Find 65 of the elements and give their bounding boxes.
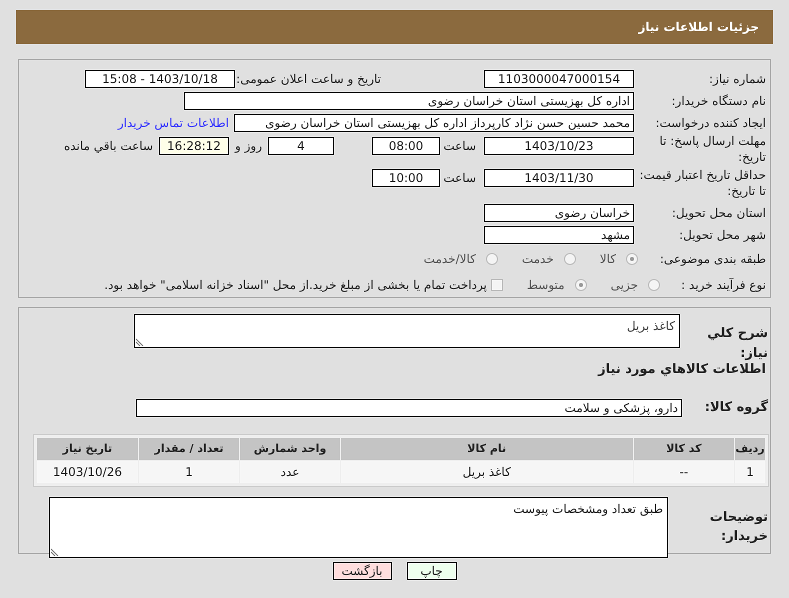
- notes-field[interactable]: طبق تعداد ومشخصات پیوست: [49, 496, 668, 558]
- deadline-time-field: 08:00: [372, 137, 440, 155]
- table-cell: کاغذ بریل: [340, 461, 633, 483]
- checkbox-label: پرداخت تمام یا بخشی از مبلغ خرید.از محل "اسناد خزانه اسلامی" خواهد بود.: [104, 277, 487, 294]
- field-label: حداقل تاریخ اعتبار قیمت: تا تاریخ:: [638, 167, 766, 199]
- city-field: مشهد: [484, 226, 634, 244]
- field-label: توضیحات خریدار:: [708, 508, 768, 546]
- summary-field[interactable]: کاغذ بریل: [134, 314, 680, 348]
- province-field: خراسان رضوی: [484, 204, 634, 222]
- creator-field: محمد حسین حسن نژاد کارپرداز اداره کل بهزیستی استان خراسان رضوی: [234, 114, 634, 132]
- table-cell: 1403/10/26: [37, 461, 138, 483]
- table-cell: 1: [138, 461, 240, 483]
- contact-link[interactable]: اطلاعات تماس خریدار: [118, 114, 229, 132]
- field-label: شماره نیاز:: [708, 71, 766, 88]
- resize-grip-icon[interactable]: [51, 548, 59, 556]
- column-header: تعداد / مقدار: [138, 438, 240, 460]
- field-label: ایجاد کننده درخواست:: [654, 115, 766, 132]
- buyer-name-field: اداره کل بهزیستی استان خراسان رضوی: [184, 92, 634, 110]
- announce-date-field: 1403/10/18 - 15:08: [85, 70, 235, 88]
- column-header: ردیف: [735, 438, 765, 460]
- field-label: ساعت: [442, 170, 476, 187]
- table-cell: عدد: [240, 461, 340, 483]
- field-text: طبق تعداد ومشخصات پیوست: [513, 502, 663, 516]
- field-label: تاریخ و ساعت اعلان عمومی:: [235, 71, 381, 88]
- table-cell: 1: [735, 461, 765, 483]
- field-label: نام دستگاه خریدار:: [670, 93, 766, 110]
- radio-label: کالا: [600, 251, 616, 268]
- table-cell: --: [634, 461, 734, 483]
- validity-time-field: 10:00: [372, 169, 440, 187]
- radio-button[interactable]: [574, 279, 587, 291]
- field-label: روز و: [235, 138, 262, 155]
- deadline-date-field: 1403/10/23: [484, 137, 634, 155]
- field-label: ساعت باقي مانده: [64, 138, 153, 155]
- column-header: کد کالا: [634, 438, 734, 460]
- remaining-time-field: 16:28:12: [159, 137, 229, 155]
- back-button[interactable]: بازگشت: [332, 562, 392, 580]
- days-field: 4: [268, 137, 334, 155]
- field-label: مهلت ارسال پاسخ: تا تاریخ:: [658, 133, 766, 165]
- radio-label: متوسط: [526, 277, 565, 294]
- radio-label: کالا/خدمت: [424, 251, 476, 268]
- section-title: اطلاعات کالاهاي مورد نیاز: [598, 361, 767, 380]
- validity-date-field: 1403/11/30: [484, 169, 634, 187]
- page-title: جزئیات اطلاعات نیاز: [638, 19, 759, 36]
- checkbox[interactable]: [490, 279, 503, 291]
- field-label: شهر محل تحویل:: [678, 227, 766, 244]
- field-label: گروه کالا:: [704, 398, 768, 418]
- column-header: واحد شمارش: [240, 438, 340, 460]
- radio-label: خدمت: [522, 251, 554, 268]
- resize-grip-icon[interactable]: [136, 338, 144, 346]
- radio-button[interactable]: [626, 253, 638, 265]
- field-label: شرح کلي نیاز:: [706, 325, 768, 362]
- radio-button[interactable]: [564, 253, 576, 265]
- radio-button[interactable]: [486, 253, 498, 265]
- field-label: طبقه بندی موضوعی:: [658, 251, 766, 268]
- column-header: تاریخ نیاز: [37, 438, 138, 460]
- field-label: نوع فرآیند خرید :: [680, 277, 766, 294]
- goods-group-field: دارو، پزشکی و سلامت: [136, 399, 682, 417]
- print-button[interactable]: چاپ: [406, 562, 456, 580]
- column-header: نام کالا: [340, 438, 633, 460]
- field-label: استان محل تحویل:: [670, 205, 766, 222]
- radio-label: جزیی: [610, 277, 638, 294]
- need-number-field: 1103000047000154: [484, 70, 634, 88]
- radio-button[interactable]: [648, 279, 660, 291]
- field-label: ساعت: [442, 138, 476, 155]
- field-text: کاغذ بریل: [626, 319, 675, 333]
